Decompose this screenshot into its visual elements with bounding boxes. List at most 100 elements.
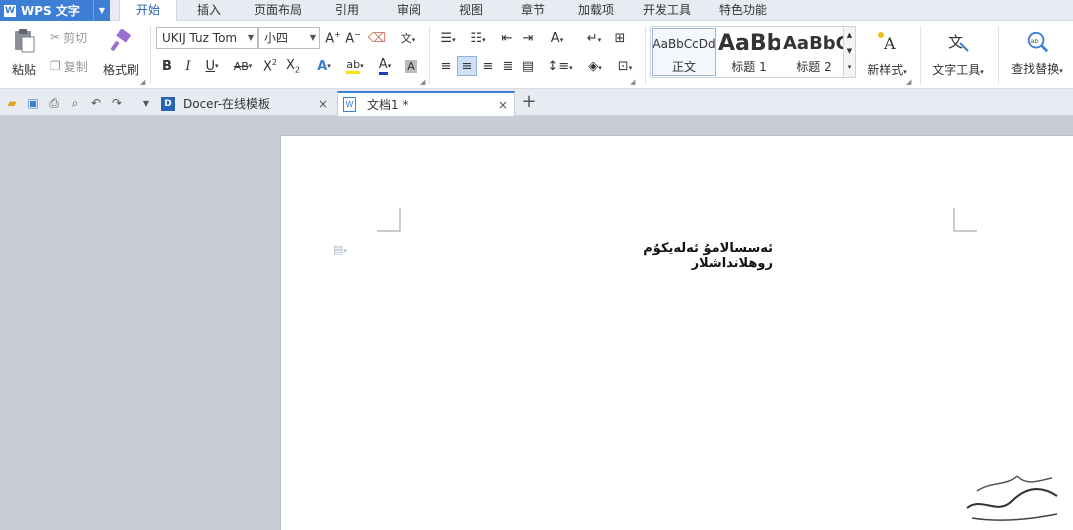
tab-developer[interactable]: 开发工具: [637, 0, 697, 21]
undo-icon[interactable]: ↶: [88, 95, 104, 111]
tab-docer-templates[interactable]: D Docer-在线模板 ×: [158, 91, 336, 116]
char-shading-button[interactable]: A: [401, 56, 421, 76]
font-name-value: UKIJ Tuz Tom: [162, 31, 238, 45]
paste-label: 粘贴: [11, 62, 36, 77]
font-color-button[interactable]: A ▾: [370, 56, 400, 76]
app-menu-button[interactable]: W WPS 文字 ▼: [0, 0, 110, 21]
cut-button[interactable]: ✂ 剪切: [50, 28, 87, 46]
style-heading-1[interactable]: AaBb 标题 1: [717, 28, 781, 76]
customize-quick-access-icon[interactable]: ▼: [138, 95, 154, 111]
line-spacing-button[interactable]: ↕≡▾: [545, 56, 575, 76]
format-painter-button[interactable]: 格式刷: [100, 25, 142, 81]
increase-indent-button[interactable]: ⇥: [518, 28, 538, 48]
underline-icon: U: [205, 58, 215, 74]
style-preview: AaBbCcDd: [653, 36, 715, 51]
text-direction-button[interactable]: A▾: [542, 28, 572, 48]
tab-insert[interactable]: 插入: [188, 0, 230, 21]
clear-format-button[interactable]: ⌫: [367, 28, 387, 48]
justify-icon: ≣: [502, 58, 514, 74]
subscript-button[interactable]: X2: [283, 56, 303, 76]
tab-home[interactable]: 开始: [119, 0, 177, 22]
text-tools-button[interactable]: 文 文字工具▾: [926, 25, 990, 81]
document-paragraph[interactable]: ئەسسالامۇ ئەلەيكۇم روھلانداشلار: [581, 241, 773, 271]
strikethrough-button[interactable]: AB ▾: [228, 56, 258, 76]
subscript-icon: X2: [286, 57, 300, 75]
shrink-font-button[interactable]: A−: [343, 28, 363, 48]
redo-icon[interactable]: ↷: [109, 95, 125, 111]
table-button[interactable]: ⊞: [610, 28, 630, 48]
border-icon: ⊡▾: [617, 58, 633, 74]
document-icon: W: [343, 97, 356, 112]
italic-button[interactable]: I: [178, 56, 198, 76]
tab-special-features[interactable]: 特色功能: [713, 0, 773, 21]
tab-chapter[interactable]: 章节: [512, 0, 554, 21]
copy-button[interactable]: ❐ 复制: [50, 57, 88, 75]
print-preview-icon[interactable]: ⌕: [67, 95, 83, 111]
text-direction-icon: A▾: [550, 30, 564, 46]
align-left-button[interactable]: ≡: [436, 56, 456, 76]
paste-button[interactable]: 粘贴: [4, 25, 44, 81]
grow-font-button[interactable]: A+: [323, 28, 343, 48]
decrease-indent-button[interactable]: ⇤: [497, 28, 517, 48]
svg-text:ab: ab: [1031, 36, 1039, 44]
distributed-button[interactable]: ▤: [518, 56, 538, 76]
find-replace-button[interactable]: ab 查找替换▾: [1004, 25, 1070, 81]
format-painter-label: 格式刷: [102, 62, 139, 77]
docer-icon: D: [161, 96, 175, 111]
borders-button[interactable]: ⊡▾: [611, 56, 639, 76]
paragraph-mark-button[interactable]: ↵▾: [580, 28, 608, 48]
align-center-button[interactable]: ≡: [457, 56, 477, 76]
dialog-launcher-icon[interactable]: ◢: [630, 78, 635, 86]
outdent-icon: ⇤: [501, 30, 513, 46]
shading-button[interactable]: ◈▾: [580, 56, 610, 76]
superscript-button[interactable]: X2: [260, 56, 280, 76]
numbering-button[interactable]: ☷▾: [464, 28, 492, 48]
scissors-icon: ✂: [50, 30, 61, 44]
tab-title: Docer-在线模板: [183, 97, 271, 111]
style-normal[interactable]: AaBbCcDd 正文: [652, 28, 716, 76]
close-icon[interactable]: ×: [318, 97, 328, 111]
chevron-down-icon[interactable]: ▼: [93, 0, 110, 21]
tab-page-layout[interactable]: 页面布局: [248, 0, 308, 21]
bullet-list-icon: ☰▾: [440, 30, 456, 46]
text-effect-button[interactable]: A ▾: [309, 56, 339, 76]
font-name-select[interactable]: UKIJ Tuz Tom ▼: [156, 27, 258, 49]
new-tab-icon[interactable]: +: [521, 91, 537, 112]
grid-icon: ⊞: [614, 30, 626, 46]
numbered-list-icon: ☷▾: [470, 30, 486, 46]
styles-scrollbar[interactable]: ▲ ▼ ▾: [843, 27, 855, 77]
paragraph-handle-icon[interactable]: ▤▾: [333, 243, 347, 256]
bullets-button[interactable]: ☰▾: [434, 28, 462, 48]
paragraph-icon: ↵▾: [586, 30, 602, 46]
tab-references[interactable]: 引用: [326, 0, 368, 21]
save-icon[interactable]: ▣: [25, 95, 41, 111]
dialog-launcher-icon[interactable]: ◢: [420, 78, 425, 86]
style-heading-2[interactable]: AaBbC 标题 2: [782, 28, 846, 76]
tab-document-1[interactable]: W 文档1 * ×: [337, 91, 515, 116]
tab-title: 文档1 *: [367, 98, 409, 112]
wps-logo-icon: W: [4, 4, 16, 17]
open-folder-icon[interactable]: ▰: [4, 95, 20, 111]
close-icon[interactable]: ×: [498, 98, 508, 112]
text-effect-icon: A: [317, 58, 328, 74]
tab-review[interactable]: 审阅: [388, 0, 430, 21]
tab-addins[interactable]: 加载项: [573, 0, 619, 21]
highlight-button[interactable]: ab ▾: [340, 56, 370, 76]
new-style-button[interactable]: A 新样式▾: [860, 25, 914, 81]
highlighter-icon: ab: [346, 58, 361, 74]
bold-button[interactable]: B: [157, 56, 177, 76]
distributed-icon: ▤: [521, 58, 535, 74]
align-right-button[interactable]: ≡: [478, 56, 498, 76]
underline-button[interactable]: U ▾: [199, 56, 225, 76]
dialog-launcher-icon[interactable]: ◢: [140, 78, 145, 86]
tab-view[interactable]: 视图: [450, 0, 492, 21]
font-size-select[interactable]: 小四 ▼: [258, 27, 320, 49]
text-tools-label: 文字工具: [932, 62, 981, 77]
pinyin-button[interactable]: 文▾: [393, 28, 423, 48]
print-icon[interactable]: ⎙: [46, 95, 62, 111]
justify-button[interactable]: ≣: [498, 56, 518, 76]
dialog-launcher-icon[interactable]: ◢: [906, 78, 911, 86]
find-replace-icon: ab: [1025, 30, 1049, 54]
superscript-icon: X2: [263, 57, 277, 75]
document-page[interactable]: ▤▾ ئەسسالامۇ ئەلەيكۇم روھلانداشلار: [280, 135, 1073, 530]
